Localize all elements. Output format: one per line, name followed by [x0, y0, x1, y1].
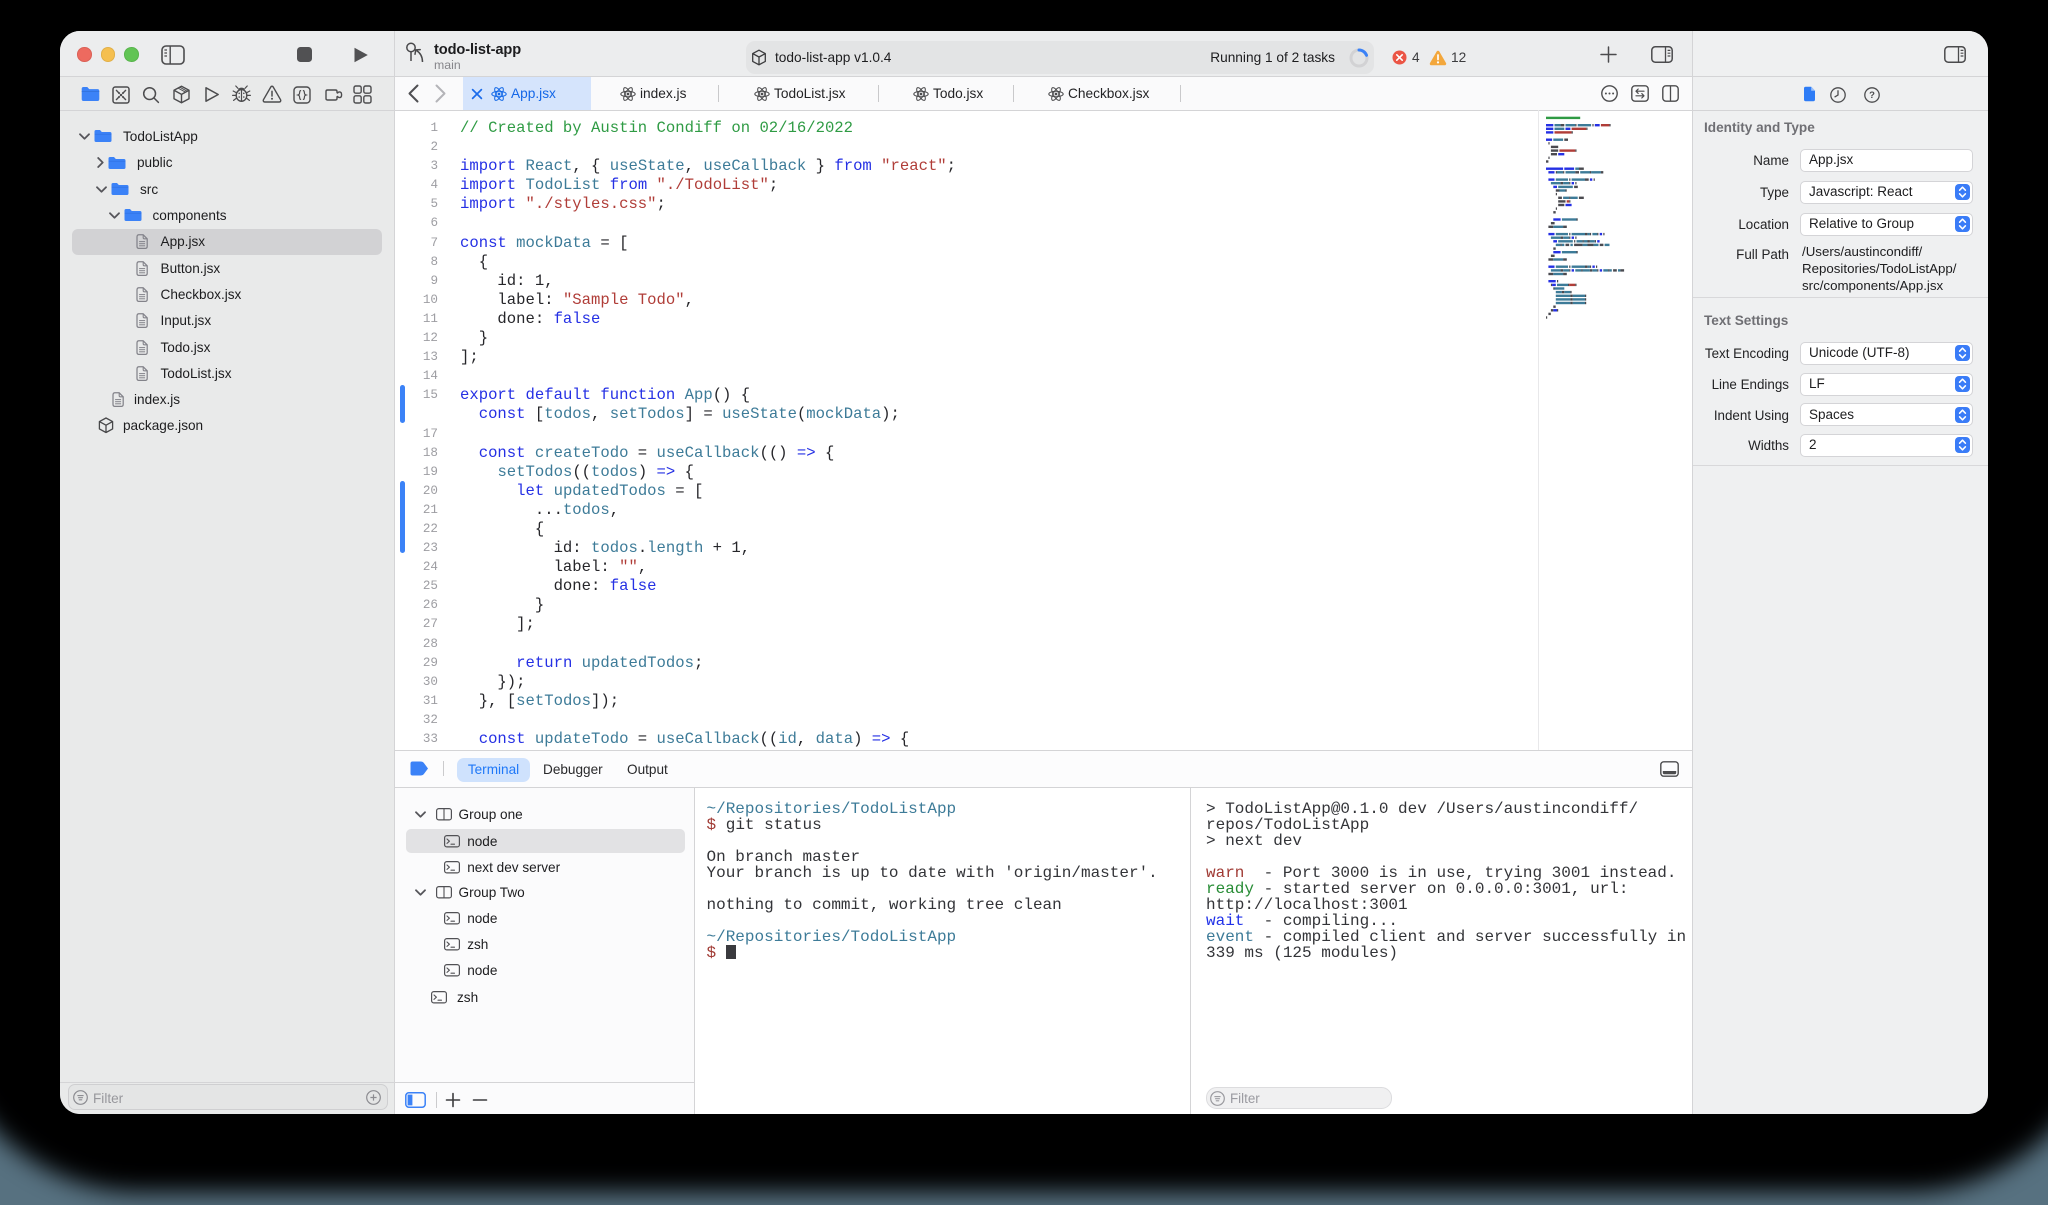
- svg-text:?: ?: [1869, 90, 1875, 101]
